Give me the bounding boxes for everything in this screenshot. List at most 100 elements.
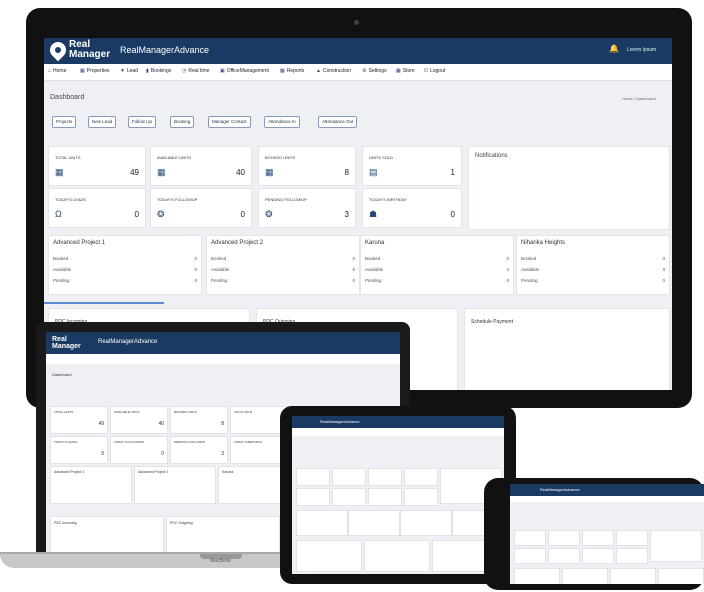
row-label: Pending — [521, 278, 538, 283]
row-count: 0 — [506, 256, 509, 261]
nav-office[interactable]: ▣ OfficeManagement — [220, 68, 269, 74]
stat-card[interactable] — [368, 468, 402, 486]
stat-label: UNITS SOLD — [234, 410, 253, 414]
project-card[interactable] — [400, 510, 452, 536]
nav-label: Properties — [86, 68, 110, 74]
app-name: RealManagerAdvance — [120, 45, 210, 55]
pdc-incoming-panel: PDC Incoming — [50, 516, 164, 554]
brand-line2: Manager — [69, 49, 111, 60]
new-lead-button[interactable]: New Lead — [88, 116, 117, 128]
stat-todays-birthday[interactable]: TODAY'S BIRTHDAY ☗ 0 — [362, 188, 462, 228]
follow-up-button[interactable]: Follow Up — [128, 116, 157, 128]
stat-card[interactable]: TODAY'S LEADS 0 — [50, 436, 108, 464]
app-name: RealManagerAdvance — [540, 487, 580, 492]
nav-bookings[interactable]: ▮ Bookings — [146, 68, 171, 74]
stat-pending-followup[interactable]: PENDING FOLLOWUP ❂ 3 — [258, 188, 356, 228]
stat-booked-units[interactable]: BOOKED UNITS ▦ 8 — [258, 146, 356, 186]
stat-todays-followup[interactable]: TODAY'S FOLLOWUP ❂ 0 — [150, 188, 252, 228]
nav-settings[interactable]: ⚙ Settings — [362, 68, 387, 74]
bell-icon[interactable]: 🔔 — [609, 44, 619, 53]
stat-card[interactable] — [332, 488, 366, 506]
project-card[interactable]: Advanced Project 2 — [134, 466, 216, 504]
stat-card[interactable] — [404, 468, 438, 486]
nav-label: OfficeManagement — [226, 68, 269, 74]
project-card[interactable] — [514, 568, 560, 584]
project-card[interactable]: Karuna Booked 0 Available 2 Pending 0 — [360, 235, 514, 295]
project-card[interactable]: Advanced Project 2 Booked 0 Available 0 Pe… — [206, 235, 360, 295]
stat-card[interactable] — [514, 530, 546, 546]
nav-label: Logout — [429, 68, 446, 74]
stat-card[interactable] — [582, 530, 614, 546]
stat-card[interactable]: TOTAL UNITS 49 — [50, 406, 108, 434]
stat-card[interactable]: PENDING FOLLOWUP 3 — [170, 436, 228, 464]
user-name[interactable]: Lorem Ipsum — [627, 47, 656, 53]
stat-card[interactable] — [368, 488, 402, 506]
project-card[interactable] — [296, 510, 348, 536]
nav-label: Bookings — [150, 68, 172, 74]
stat-total-units[interactable]: TOTAL UNITS ▦ 49 — [48, 146, 146, 186]
breadcrumb-home[interactable]: Home — [622, 96, 633, 101]
nav-reports[interactable]: ▩ Reports — [280, 68, 304, 74]
project-row: Pending 0 — [365, 278, 509, 286]
nav-construction[interactable]: ▲ Construction — [316, 68, 351, 74]
stat-label: TODAY'S FOLLOWUP — [114, 440, 145, 444]
project-card[interactable] — [348, 510, 400, 536]
app-name: RealManagerAdvance — [98, 339, 158, 345]
stat-card[interactable] — [582, 548, 614, 564]
project-card[interactable]: Advanced Project 1 — [50, 466, 132, 504]
booking-button[interactable]: Booking — [170, 116, 195, 128]
project-row: Available 0 — [521, 267, 665, 275]
nav-realtime[interactable]: ◷ Real time — [182, 68, 210, 74]
brand-logo[interactable]: Real Manager — [46, 38, 111, 62]
nav-properties[interactable]: ▦ Properties — [80, 68, 110, 74]
stat-card[interactable] — [404, 488, 438, 506]
project-card[interactable]: Niharika Heights Booked 0 Available 0 Pend… — [516, 235, 670, 295]
stat-label: BOOKED UNITS — [174, 410, 197, 414]
breadcrumb: Home / Dashboard — [622, 96, 656, 101]
stat-units-sold[interactable]: UNITS SOLD ▤ 1 — [362, 146, 462, 186]
nav-store[interactable]: ▦ Store — [396, 68, 415, 74]
stat-card[interactable]: BOOKED UNITS 8 — [170, 406, 228, 434]
page-title: Dashboard — [52, 372, 72, 377]
row-count: 0 — [194, 267, 197, 272]
project-card[interactable] — [562, 568, 608, 584]
stat-card[interactable]: AVAILABLE UNITS 40 — [110, 406, 168, 434]
row-count: 0 — [352, 278, 355, 283]
attendance-out-button[interactable]: Attendance Out — [318, 116, 358, 128]
project-card[interactable] — [658, 568, 704, 584]
stat-card[interactable] — [548, 548, 580, 564]
stat-todays-leads[interactable]: TODAY'S LEADS Ω 0 — [48, 188, 146, 228]
nav-label: Lead — [126, 68, 139, 74]
manager-contact-button[interactable]: Manager Contact — [208, 116, 251, 128]
stat-card[interactable] — [616, 548, 648, 564]
stat-value: 40 — [158, 421, 164, 427]
project-card[interactable]: Advanced Project 1 Booked 0 Available 0 Pe… — [48, 235, 202, 295]
stat-card[interactable]: TODAY'S FOLLOWUP 0 — [110, 436, 168, 464]
stat-card[interactable] — [296, 488, 330, 506]
project-name: Niharika Heights — [521, 240, 566, 246]
notifications-panel: Notifications — [468, 146, 670, 230]
nav-lead[interactable]: ▼ Lead — [120, 68, 138, 74]
nav-logout[interactable]: ⏻ Logout — [424, 68, 445, 74]
grid-icon: ▦ — [265, 167, 274, 177]
grid-icon: ▦ — [157, 167, 166, 177]
stat-value: 40 — [236, 168, 245, 177]
row-label: Available — [53, 267, 72, 272]
nav-label: Settings — [368, 68, 387, 74]
stat-card[interactable] — [616, 530, 648, 546]
stat-card[interactable] — [514, 548, 546, 564]
attendance-in-button[interactable]: Attendance In — [264, 116, 300, 128]
phone-nav — [510, 496, 704, 502]
nav-label: Real time — [188, 68, 210, 74]
stat-card[interactable] — [548, 530, 580, 546]
stat-card[interactable] — [332, 468, 366, 486]
projects-button[interactable]: Projects — [52, 116, 77, 128]
stat-available-units[interactable]: AVAILABLE UNITS ▦ 40 — [150, 146, 252, 186]
project-card[interactable] — [610, 568, 656, 584]
stat-card[interactable] — [296, 468, 330, 486]
stat-label: AVAILABLE UNITS — [157, 155, 192, 160]
nav-home[interactable]: ⌂ Home — [48, 68, 66, 74]
project-row: Available 0 — [53, 267, 197, 275]
row-label: Booked — [53, 256, 69, 261]
row-label: Available — [521, 267, 540, 272]
